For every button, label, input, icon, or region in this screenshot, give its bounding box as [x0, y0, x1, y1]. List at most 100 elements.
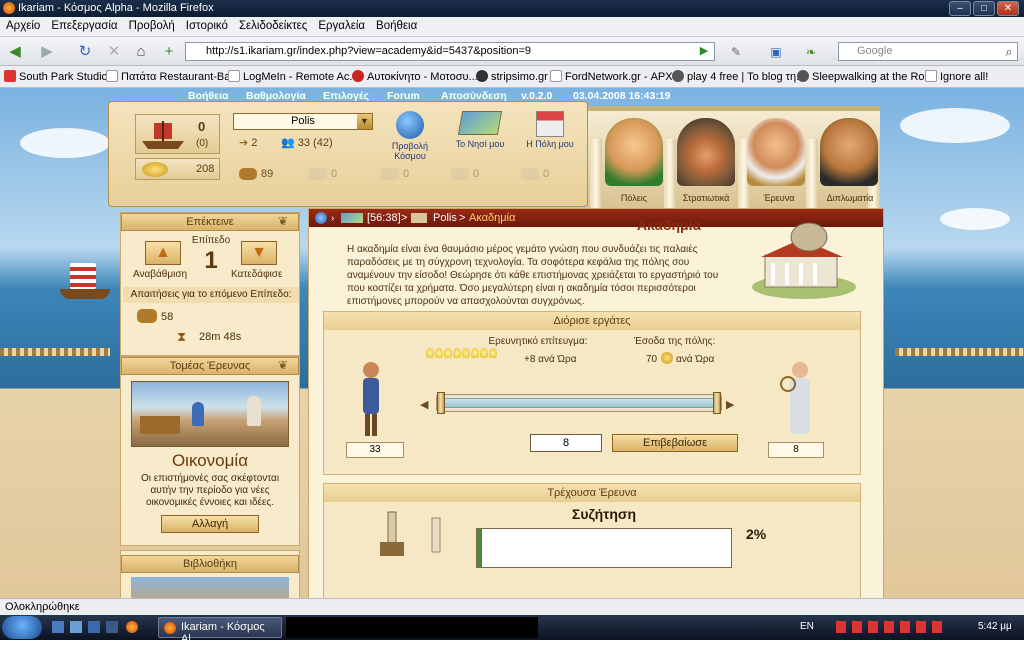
bookmark-label: LogMeIn - Remote Ac...: [243, 71, 359, 83]
income-value: 70: [646, 354, 658, 365]
workers-box: Διόρισε εργάτες Ερευνητικό επίτευγμα: +8…: [323, 311, 861, 475]
chevron-down-icon[interactable]: ▼: [357, 114, 372, 129]
bookmark-item[interactable]: Αυτοκίνητο - Μοτοσυ...: [352, 70, 478, 83]
bookmark-item[interactable]: FordNetwork.gr - ΑΡΧ...: [550, 70, 682, 83]
workers-slider[interactable]: [436, 392, 722, 414]
desktop-icon[interactable]: [52, 621, 64, 633]
bookmark-item[interactable]: Ignore all!: [925, 70, 988, 83]
slider-left-arrow[interactable]: ◀: [420, 398, 428, 411]
research-progress-fill: [477, 529, 483, 567]
gold-icon: [661, 352, 673, 364]
mayor-advisor[interactable]: [605, 118, 663, 186]
demolish-arrow-icon[interactable]: ▼: [241, 241, 277, 265]
menu-edit[interactable]: Επεξεργασία: [45, 17, 122, 32]
menu-help[interactable]: Βοήθεια: [370, 17, 422, 32]
advisor-label-research[interactable]: Έρευνα: [749, 193, 809, 203]
globe-icon[interactable]: [315, 212, 327, 224]
search-icon[interactable]: ⌕: [998, 41, 1020, 63]
advisor-label-military[interactable]: Στρατιωτικά: [676, 193, 736, 203]
island-view-button[interactable]: Το Νησί μου: [447, 109, 513, 153]
slider-handle[interactable]: [713, 392, 721, 414]
advisor-label-cities[interactable]: Πόλεις: [604, 193, 664, 203]
slider-right-arrow[interactable]: ▶: [726, 398, 734, 411]
stop-icon[interactable]: ✕: [103, 41, 125, 63]
url-text: http://s1.ikariam.gr/index.php?view=acad…: [206, 45, 532, 57]
confirm-button[interactable]: Επιβεβαίωσε: [612, 434, 738, 452]
menu-history[interactable]: Ιστορικό: [180, 17, 233, 32]
gold-value: 208: [196, 163, 215, 175]
window-titlebar: Ikariam - Κόσμος Alpha - Mozilla Firefox…: [0, 0, 1024, 17]
advisor-label-diplomacy[interactable]: Διπλωματία: [820, 193, 880, 203]
city-select[interactable]: Polis ▼: [233, 113, 373, 130]
new-tab-icon[interactable]: +: [158, 41, 180, 63]
library-panel: Βιβλιοθήκη: [120, 550, 300, 598]
menu-tools[interactable]: Εργαλεία: [312, 17, 370, 32]
ie-icon[interactable]: [70, 621, 82, 633]
marble-value: 0: [403, 168, 410, 180]
research-percent: 2%: [746, 526, 767, 542]
leaf-icon[interactable]: ❧: [800, 41, 822, 63]
search-input[interactable]: Google: [838, 42, 1018, 61]
breadcrumb-city[interactable]: Polis: [433, 212, 457, 224]
city-hall-icon: [536, 111, 564, 137]
language-indicator[interactable]: EN: [800, 621, 814, 632]
tray-icons[interactable]: [836, 621, 946, 633]
bookmark-item[interactable]: play 4 free | To blog τη...: [672, 70, 805, 83]
island-icon[interactable]: [341, 213, 363, 223]
bookmark-item[interactable]: South Park Studios: [4, 70, 113, 83]
column-decor: [590, 139, 602, 219]
slider-handle-left[interactable]: [437, 392, 445, 414]
minimize-button[interactable]: –: [949, 1, 971, 16]
gold-icon: [142, 162, 168, 177]
breadcrumb-separator: >: [401, 212, 408, 224]
scientists-input[interactable]: 8: [530, 434, 602, 452]
taskbar-window-button[interactable]: Ikariam - Κόσμος Al...: [158, 617, 282, 645]
bookmark-item[interactable]: LogMeIn - Remote Ac...: [228, 70, 359, 83]
addon-icon[interactable]: ✎: [725, 41, 747, 63]
scientist-figure: [780, 362, 810, 434]
world-view-button[interactable]: Προβολή Κόσμου: [377, 109, 443, 161]
maximize-button[interactable]: □: [973, 1, 995, 16]
back-icon[interactable]: ◀: [4, 41, 26, 63]
menu-file[interactable]: Αρχείο: [0, 17, 45, 32]
diplomat-advisor[interactable]: [820, 118, 878, 186]
level-value: 1: [204, 247, 218, 274]
menu-view[interactable]: Προβολή: [123, 17, 180, 32]
scientists-count: 8: [768, 442, 824, 458]
upgrade-label[interactable]: Αναβάθμιση: [133, 269, 187, 280]
library-title: Βιβλιοθήκη: [121, 555, 299, 573]
go-icon[interactable]: ▶: [695, 42, 713, 60]
home-icon[interactable]: ⌂: [130, 41, 152, 63]
change-research-button[interactable]: Αλλαγή: [161, 515, 259, 533]
sulfur-icon: [521, 168, 539, 180]
scientist-advisor[interactable]: [747, 118, 805, 186]
bookmark-item[interactable]: Πατάτα Restaurant-Bar: [106, 70, 234, 83]
screen-icon[interactable]: ▣: [765, 41, 787, 63]
slider-track[interactable]: [443, 398, 715, 408]
bulb-icon: [435, 348, 443, 358]
general-advisor[interactable]: [677, 118, 735, 186]
chevron-right-icon: ›: [331, 213, 335, 224]
demolish-label[interactable]: Κατεδάφισε: [231, 269, 282, 280]
switch-icon[interactable]: [88, 621, 100, 633]
decor-border: [895, 348, 1024, 356]
firefox-icon[interactable]: [126, 621, 138, 633]
url-input[interactable]: http://s1.ikariam.gr/index.php?view=acad…: [185, 42, 715, 61]
bookmark-item[interactable]: stripsimo.gr: [476, 70, 548, 83]
upgrade-arrow-icon[interactable]: ▲: [145, 241, 181, 265]
media-icon[interactable]: [106, 621, 118, 633]
menu-bookmarks[interactable]: Σελιδοδείκτες: [233, 17, 312, 32]
close-window-button[interactable]: ✕: [997, 1, 1019, 16]
city-view-button[interactable]: Η Πόλη μου: [517, 109, 583, 153]
forward-icon[interactable]: ▶: [36, 41, 58, 63]
globe-icon: [396, 111, 424, 139]
breadcrumb-coords[interactable]: [56:38]: [367, 212, 401, 224]
reload-icon[interactable]: ↻: [74, 41, 96, 63]
research-progress-bar: [476, 528, 732, 568]
city-icon[interactable]: [411, 213, 427, 223]
bookmark-item[interactable]: Sleepwalking at the Ro...: [797, 70, 934, 83]
start-button[interactable]: [2, 616, 42, 639]
taskbar-blank-area: [286, 617, 538, 638]
city-select-value: Polis: [291, 115, 315, 127]
expand-title: Επέκτεινε: [121, 213, 299, 231]
